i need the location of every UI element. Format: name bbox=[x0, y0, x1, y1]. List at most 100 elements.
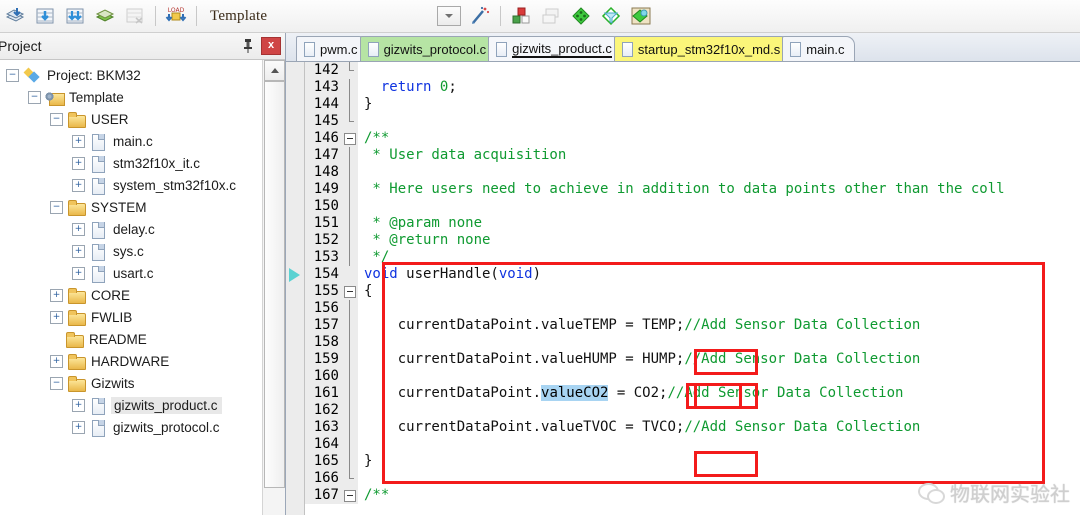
expand-toggle-icon[interactable]: + bbox=[72, 266, 85, 280]
download-to-flash-icon[interactable] bbox=[2, 3, 28, 29]
tree-item[interactable]: + gizwits_protocol.c bbox=[0, 416, 262, 438]
code-line[interactable]: 148 bbox=[305, 164, 1005, 181]
code-line[interactable]: 150 bbox=[305, 198, 1005, 215]
editor-tab[interactable]: pwm.c bbox=[296, 36, 368, 61]
collapse-toggle-icon[interactable]: − bbox=[50, 200, 63, 214]
code-line[interactable]: 160 bbox=[305, 368, 1005, 385]
fold-column[interactable] bbox=[342, 130, 358, 147]
fold-column[interactable] bbox=[342, 62, 358, 79]
scrollbar-thumb[interactable] bbox=[264, 81, 285, 488]
code-line[interactable]: 143 return 0; bbox=[305, 79, 1005, 96]
fold-column[interactable] bbox=[342, 470, 358, 487]
tree-item[interactable]: − Gizwits bbox=[0, 372, 262, 394]
pack-installer-green-icon[interactable] bbox=[568, 3, 594, 29]
fold-collapse-icon[interactable] bbox=[344, 490, 356, 502]
debug-insert-icon[interactable] bbox=[62, 3, 88, 29]
configuration-wizard-icon[interactable] bbox=[467, 3, 493, 29]
tree-item[interactable]: − USER bbox=[0, 108, 262, 130]
tree-item[interactable]: + CORE bbox=[0, 284, 262, 306]
scroll-up-arrow-icon[interactable] bbox=[264, 60, 285, 81]
fold-column[interactable] bbox=[342, 419, 358, 436]
fold-column[interactable] bbox=[342, 164, 358, 181]
code-view[interactable]: 142 143 return 0; 144} 145 146/** 147 * User … bbox=[305, 62, 1080, 515]
fold-collapse-icon[interactable] bbox=[344, 286, 356, 298]
tree-item[interactable]: − SYSTEM bbox=[0, 196, 262, 218]
dropdown-arrow-icon[interactable] bbox=[437, 6, 462, 26]
code-line[interactable]: 147 * User data acquisition bbox=[305, 147, 1005, 164]
fold-column[interactable] bbox=[342, 436, 358, 453]
code-line[interactable]: 151 * @param none bbox=[305, 215, 1005, 232]
collapse-toggle-icon[interactable]: − bbox=[28, 90, 41, 104]
fold-column[interactable] bbox=[342, 487, 358, 504]
tree-item[interactable]: + main.c bbox=[0, 130, 262, 152]
editor-tabbar[interactable]: pwm.c gizwits_protocol.c gizwits_product.c… bbox=[286, 33, 1080, 62]
fold-column[interactable] bbox=[342, 79, 358, 96]
debug-start-icon[interactable] bbox=[32, 3, 58, 29]
tree-item[interactable]: + gizwits_product.c bbox=[0, 394, 262, 416]
fold-collapse-icon[interactable] bbox=[344, 133, 356, 145]
editor-tab[interactable]: main.c bbox=[782, 36, 855, 61]
expand-toggle-icon[interactable]: + bbox=[50, 354, 63, 368]
code-line[interactable]: 145 bbox=[305, 113, 1005, 130]
fold-column[interactable] bbox=[342, 198, 358, 215]
fold-column[interactable] bbox=[342, 232, 358, 249]
collapse-toggle-icon[interactable]: − bbox=[6, 68, 19, 82]
load-icon[interactable]: LOAD bbox=[163, 3, 189, 29]
code-line[interactable]: 157 currentDataPoint.valueTEMP = TEMP;//… bbox=[305, 317, 1005, 334]
project-tree[interactable]: − Project: BKM32− Template − USER + main.c + stm… bbox=[0, 60, 262, 515]
manage-project-items-icon[interactable] bbox=[508, 3, 534, 29]
fold-column[interactable] bbox=[342, 147, 358, 164]
code-line[interactable]: 146 /** bbox=[305, 130, 1005, 147]
fold-column[interactable] bbox=[342, 215, 358, 232]
fold-column[interactable] bbox=[342, 181, 358, 198]
build-target-icon[interactable] bbox=[92, 3, 118, 29]
fold-column[interactable] bbox=[342, 402, 358, 419]
code-line[interactable]: 153 */ bbox=[305, 249, 1005, 266]
pack-installer-filter-icon[interactable] bbox=[598, 3, 624, 29]
editor-tab[interactable]: startup_stm32f10x_md.s bbox=[613, 36, 791, 61]
expand-toggle-icon[interactable]: + bbox=[72, 398, 85, 412]
pin-icon[interactable] bbox=[241, 38, 255, 54]
expand-toggle-icon[interactable]: + bbox=[72, 178, 85, 192]
collapse-toggle-icon[interactable]: − bbox=[50, 112, 63, 126]
expand-toggle-icon[interactable]: + bbox=[50, 288, 63, 302]
expand-toggle-icon[interactable]: + bbox=[72, 156, 85, 170]
code-line[interactable]: 152 * @return none bbox=[305, 232, 1005, 249]
code-line[interactable]: 154 void userHandle(void) bbox=[305, 266, 1005, 283]
fold-column[interactable] bbox=[342, 317, 358, 334]
code-line[interactable]: 155 { bbox=[305, 283, 1005, 300]
code-line[interactable]: 163 currentDataPoint.valueTVOC = TVCO;//… bbox=[305, 419, 1005, 436]
fold-column[interactable] bbox=[342, 385, 358, 402]
pack-installer-box-icon[interactable] bbox=[628, 3, 654, 29]
fold-column[interactable] bbox=[342, 368, 358, 385]
fold-column[interactable] bbox=[342, 96, 358, 113]
collapse-toggle-icon[interactable]: − bbox=[50, 376, 63, 390]
fold-column[interactable] bbox=[342, 334, 358, 351]
tree-item[interactable]: + delay.c bbox=[0, 218, 262, 240]
tree-item[interactable]: − Project: BKM32 bbox=[0, 64, 262, 86]
code-line[interactable]: 165} bbox=[305, 453, 1005, 470]
code-line[interactable]: 158 bbox=[305, 334, 1005, 351]
tree-item[interactable]: + usart.c bbox=[0, 262, 262, 284]
tree-item[interactable]: + stm32f10x_it.c bbox=[0, 152, 262, 174]
expand-toggle-icon[interactable]: + bbox=[72, 134, 85, 148]
code-line[interactable]: 162 bbox=[305, 402, 1005, 419]
fold-column[interactable] bbox=[342, 351, 358, 368]
code-line[interactable]: 149 * Here users need to achieve in addi… bbox=[305, 181, 1005, 198]
fold-column[interactable] bbox=[342, 266, 358, 283]
fold-column[interactable] bbox=[342, 249, 358, 266]
expand-toggle-icon[interactable]: + bbox=[72, 420, 85, 434]
editor-tab[interactable]: gizwits_product.c bbox=[488, 36, 622, 61]
fold-column[interactable] bbox=[342, 283, 358, 300]
code-line[interactable]: 159 currentDataPoint.valueHUMP = HUMP;//… bbox=[305, 351, 1005, 368]
expand-toggle-icon[interactable]: + bbox=[50, 310, 63, 324]
tree-item[interactable]: README bbox=[0, 328, 262, 350]
expand-toggle-icon[interactable]: + bbox=[72, 244, 85, 258]
tree-item[interactable]: + HARDWARE bbox=[0, 350, 262, 372]
tree-item[interactable]: + system_stm32f10x.c bbox=[0, 174, 262, 196]
editor-tab[interactable]: gizwits_protocol.c bbox=[359, 36, 497, 61]
code-line[interactable]: 156 bbox=[305, 300, 1005, 317]
code-line[interactable]: 167 /** bbox=[305, 487, 1005, 504]
fold-column[interactable] bbox=[342, 453, 358, 470]
tree-item[interactable]: + sys.c bbox=[0, 240, 262, 262]
